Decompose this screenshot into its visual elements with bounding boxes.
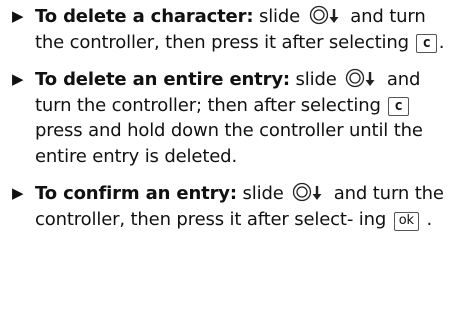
instruction-text: .	[438, 31, 445, 53]
instruction-item-delete-character: ▶ To delete a character: slide and turn …	[11, 4, 446, 55]
controller-slide-down-icon	[345, 68, 379, 88]
instruction-item-delete-entry: ▶ To delete an entire entry: slide and t…	[11, 67, 446, 169]
instruction-page: ▶ To delete a character: slide and turn …	[0, 0, 460, 327]
instruction-item-confirm-entry: ▶ To confirm an entry: slide and turn th…	[11, 181, 446, 232]
instruction-text: press and hold down the controller until…	[35, 120, 423, 167]
instruction-text: .	[420, 208, 433, 230]
instruction-lead: To delete a character:	[35, 6, 254, 27]
controller-slide-down-icon	[292, 182, 326, 202]
instruction-text: slide	[236, 183, 290, 204]
instruction-lead: To delete an entire entry:	[35, 69, 290, 90]
controller-slide-down-icon	[309, 5, 343, 25]
arrow-bullet-icon: ▶	[12, 70, 24, 88]
arrow-bullet-icon: ▶	[12, 7, 24, 25]
arrow-bullet-icon: ▶	[12, 184, 24, 202]
instruction-lead: To confirm an entry:	[35, 183, 237, 204]
ok-key-label: ok	[393, 211, 419, 231]
instruction-text: slide	[253, 6, 306, 27]
c-key-label: c	[416, 33, 437, 53]
instruction-text: slide	[289, 69, 343, 90]
c-key-label: c	[388, 96, 409, 116]
